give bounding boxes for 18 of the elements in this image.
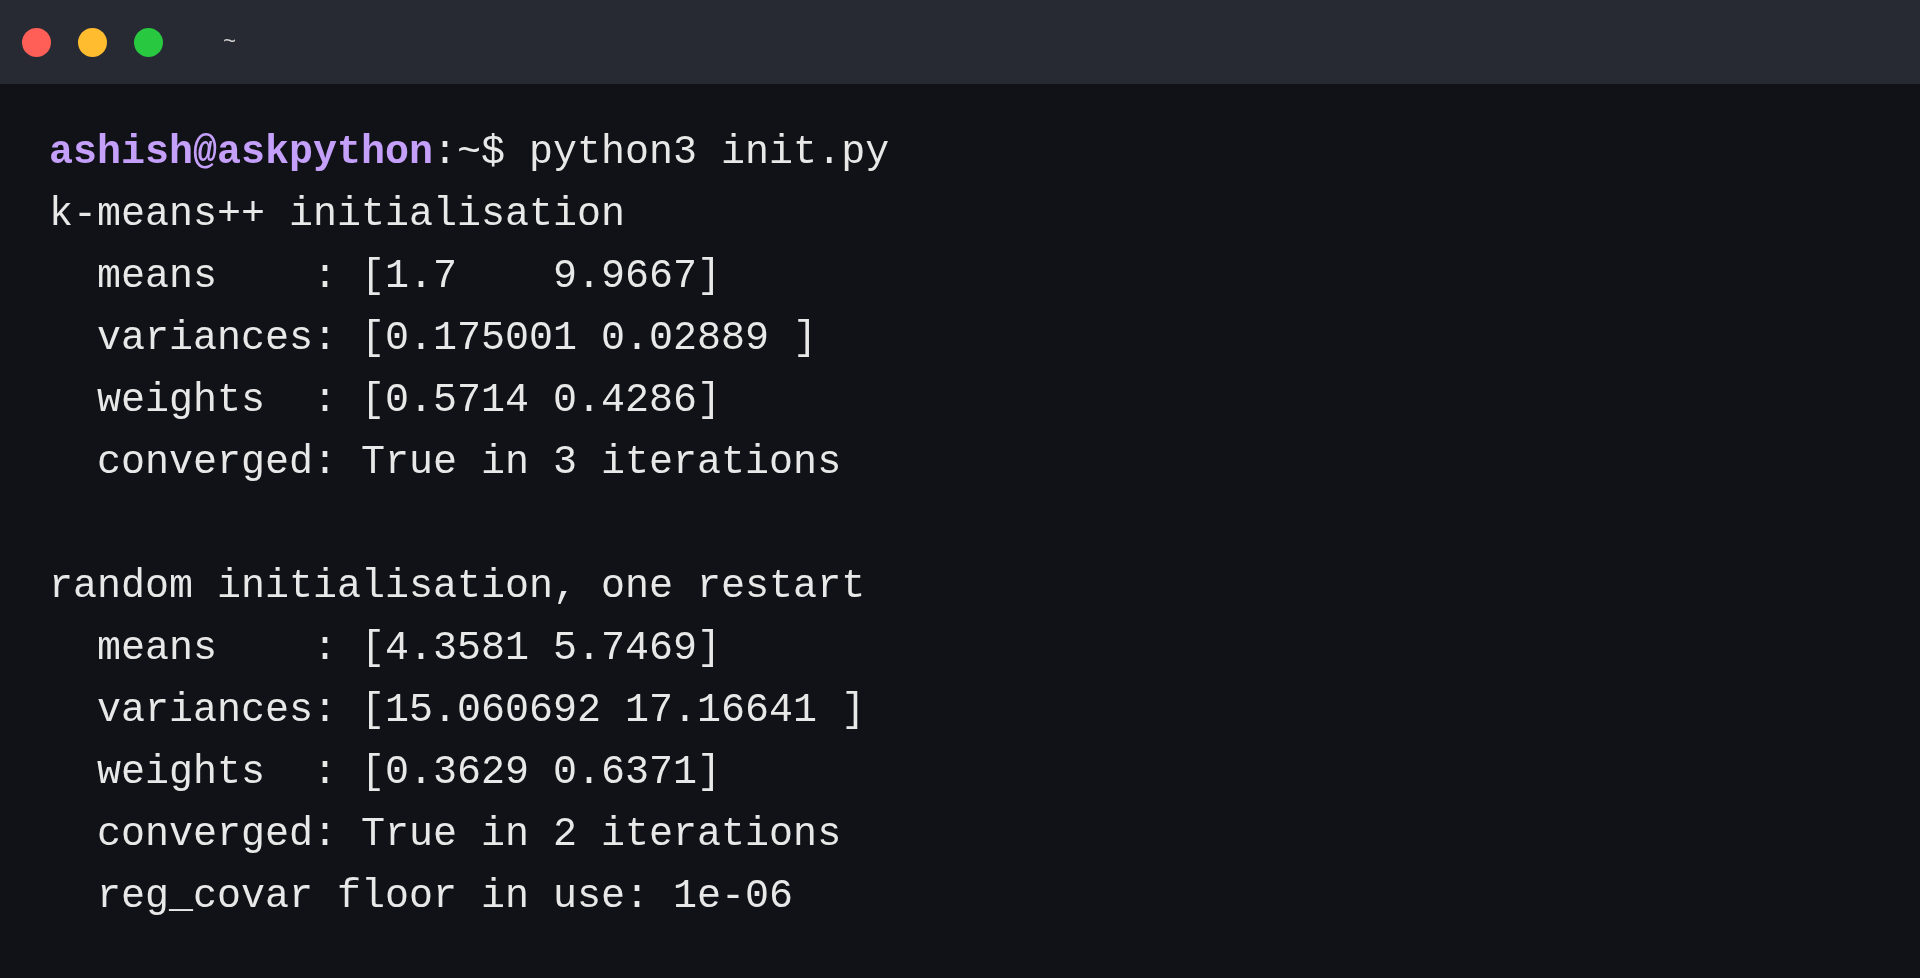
output-line: reg_covar floor in use: 1e-06 <box>96 873 794 921</box>
output-line: variances: [0.175001 0.02889 ] <box>96 315 818 363</box>
prompt-path: :~$ <box>433 129 506 177</box>
output-line: weights : [0.5714 0.4286] <box>96 377 722 425</box>
output-line: variances: [15.060692 17.16641 ] <box>96 687 866 735</box>
command-text: python3 init.py <box>529 129 890 177</box>
output-line: converged: True in 3 iterations <box>96 439 842 487</box>
minimize-button[interactable] <box>78 27 107 57</box>
output-line: converged: True in 2 iterations <box>96 811 842 859</box>
output-line: random initialisation, one restart <box>49 563 866 611</box>
window-title: ~ <box>223 28 237 57</box>
output-line: means : [4.3581 5.7469] <box>96 625 722 673</box>
prompt-user-host: ashish@askpython <box>49 129 434 177</box>
close-button[interactable] <box>22 27 51 57</box>
output-line: k-means++ initialisation <box>49 191 626 239</box>
output-line: weights : [0.3629 0.6371] <box>96 749 722 797</box>
maximize-button[interactable] <box>134 27 163 57</box>
output-line: means : [1.7 9.9667] <box>96 253 722 301</box>
